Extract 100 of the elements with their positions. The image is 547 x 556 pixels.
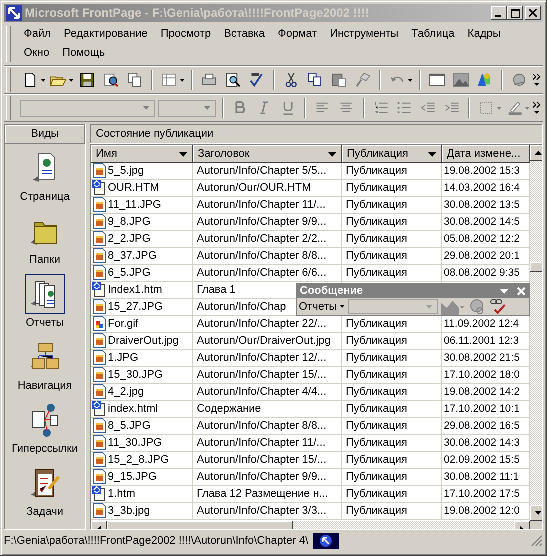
close-icon[interactable] (517, 286, 526, 296)
filter-arrow-icon[interactable] (328, 152, 337, 156)
copy-icon[interactable] (306, 71, 324, 89)
copy-pages-icon[interactable] (126, 71, 144, 89)
picture-icon[interactable] (452, 71, 470, 89)
table-cell: 4_2.jpg (91, 384, 193, 401)
table-cell: 8_5.JPG (91, 418, 193, 435)
table-cell: 15_30.JPG (91, 367, 193, 384)
maximize-button[interactable] (507, 6, 523, 20)
caret-icon[interactable] (40, 78, 46, 82)
table-cell: Autorun/Info/Chapter 15/... (193, 452, 342, 469)
table-cell: 9_8.JPG (91, 214, 193, 231)
save-icon[interactable] (78, 71, 96, 89)
filter-arrow-icon[interactable] (428, 152, 437, 156)
caret-icon[interactable] (69, 78, 74, 82)
paste-icon[interactable] (330, 71, 348, 89)
close-icon (529, 9, 537, 17)
chevron-icon (533, 101, 541, 115)
table-cell: Глава 12 Размещение н... (193, 486, 342, 503)
globe-icon[interactable] (511, 71, 528, 89)
table-cell: Autorun/Info/Chapter 3/3... (193, 503, 342, 520)
table-cell: 11_30.JPG (91, 435, 193, 452)
menu-item[interactable]: Редактирование (57, 25, 154, 44)
view-item[interactable]: Страница (20, 144, 70, 207)
menu-item[interactable]: Вставка (217, 25, 271, 44)
view-item[interactable]: Задачи (25, 459, 65, 522)
table-cell: For.gif (91, 316, 193, 333)
table-cell: 15_2_8.JPG (91, 452, 193, 469)
scroll-thumb[interactable] (530, 262, 542, 272)
table-cell: Autorun/Info/Chapter 2/2... (193, 231, 342, 248)
caret-icon[interactable] (408, 78, 413, 82)
close-button[interactable] (525, 6, 541, 20)
vertical-scrollbar[interactable] (530, 145, 542, 521)
table-cell: Публикация (342, 180, 442, 197)
table-cell: 11_11.JPG (91, 197, 193, 214)
table-cell: Autorun/Info/Chapter 9/9... (193, 469, 342, 486)
window-icon[interactable] (428, 71, 446, 89)
down-arrow-icon (534, 511, 542, 515)
table-cell: Содержание (193, 401, 342, 418)
table-cell: Публикация (342, 197, 442, 214)
status-path: F:\Genia\работа\!!!!FrontPage2002 !!!!\Autorun\Info\Chapter 4\ (4, 535, 308, 547)
caret-icon[interactable] (180, 78, 185, 82)
view-item[interactable]: Навигация (18, 333, 72, 396)
table-cell: Autorun/Info/Chapter 12/... (193, 350, 342, 367)
link-check-icon[interactable] (489, 298, 508, 315)
highlight-icon[interactable] (506, 99, 524, 117)
table-cell: Публикация (342, 231, 442, 248)
table-cell: index.html (91, 401, 193, 418)
overflow-icon[interactable] (533, 101, 541, 115)
menu-item[interactable]: Инструменты (323, 25, 405, 44)
table-cell: OUR.HTM (91, 180, 193, 197)
views-header: Виды (5, 125, 85, 144)
up-arrow-icon (534, 151, 542, 155)
table-cell: Autorun/Info/Chapter 15/... (193, 367, 342, 384)
table-cell: Публикация (342, 401, 442, 418)
reports-menu-button[interactable]: Отчеты (299, 300, 338, 312)
table-cell: 3_3b.jpg (91, 503, 193, 520)
table-cell: 5_5.jpg (91, 163, 193, 180)
menu-item[interactable]: Окно (17, 44, 56, 63)
menu-item[interactable]: Просмотр (154, 25, 218, 44)
web-status-icon (312, 533, 338, 549)
cut-icon[interactable] (283, 71, 300, 89)
menu-item[interactable]: Помощь (56, 44, 112, 63)
table-cell: Autorun/Our/DraiverOut.jpg (193, 333, 342, 350)
table-cell: Публикация (342, 163, 442, 180)
filter-arrow-icon[interactable] (179, 152, 188, 156)
dropdown-arrow-icon[interactable] (500, 288, 509, 294)
table-cell: 2_2.JPG (91, 231, 193, 248)
table-cell: Публикация (342, 248, 442, 265)
table-cell: Autorun/Info/Chapter 11/... (193, 197, 342, 214)
menu-item[interactable]: Файл (17, 25, 58, 44)
spelling-icon[interactable] (248, 71, 266, 89)
menu-item[interactable]: Таблица (404, 25, 461, 44)
overflow-icon[interactable] (533, 73, 542, 87)
resize-grip-icon[interactable] (531, 535, 543, 547)
window-title: Microsoft FrontPage - F:\Genia\работа\!!!!FrontPage2002 !!!! (25, 6, 370, 20)
format-painter-icon[interactable] (354, 71, 372, 89)
table-cell: Публикация (342, 435, 442, 452)
print-preview-icon[interactable] (224, 71, 242, 89)
column-header[interactable]: Заголовок (193, 145, 342, 163)
view-item[interactable]: Папки (25, 207, 65, 270)
table-cell: Публикация (342, 503, 442, 520)
minimize-button[interactable] (491, 6, 507, 20)
column-header[interactable]: Публикация (342, 145, 442, 163)
menu-item[interactable]: Формат (270, 25, 324, 44)
view-item[interactable]: Гиперссылки (12, 396, 78, 459)
publish-icon[interactable] (102, 71, 120, 89)
caret-icon (340, 305, 346, 308)
table-cell: Публикация (342, 469, 442, 486)
table-cell: Autorun/Info/Chapter 5/5... (193, 163, 342, 180)
column-header[interactable]: Дата измене... (442, 145, 530, 163)
menu-item[interactable]: Кадры (460, 25, 507, 44)
scroll-down-button[interactable] (530, 505, 542, 521)
column-header[interactable]: Имя (91, 145, 193, 163)
table-cell: 1.JPG (91, 350, 193, 367)
table-cell: 9_15.JPG (91, 469, 193, 486)
report-title: Состояние публикации (90, 124, 543, 144)
table-cell: Публикация (342, 418, 442, 435)
scroll-up-button[interactable] (530, 145, 542, 161)
table-cell: Autorun/Info/Chapter 11/... (193, 435, 342, 452)
